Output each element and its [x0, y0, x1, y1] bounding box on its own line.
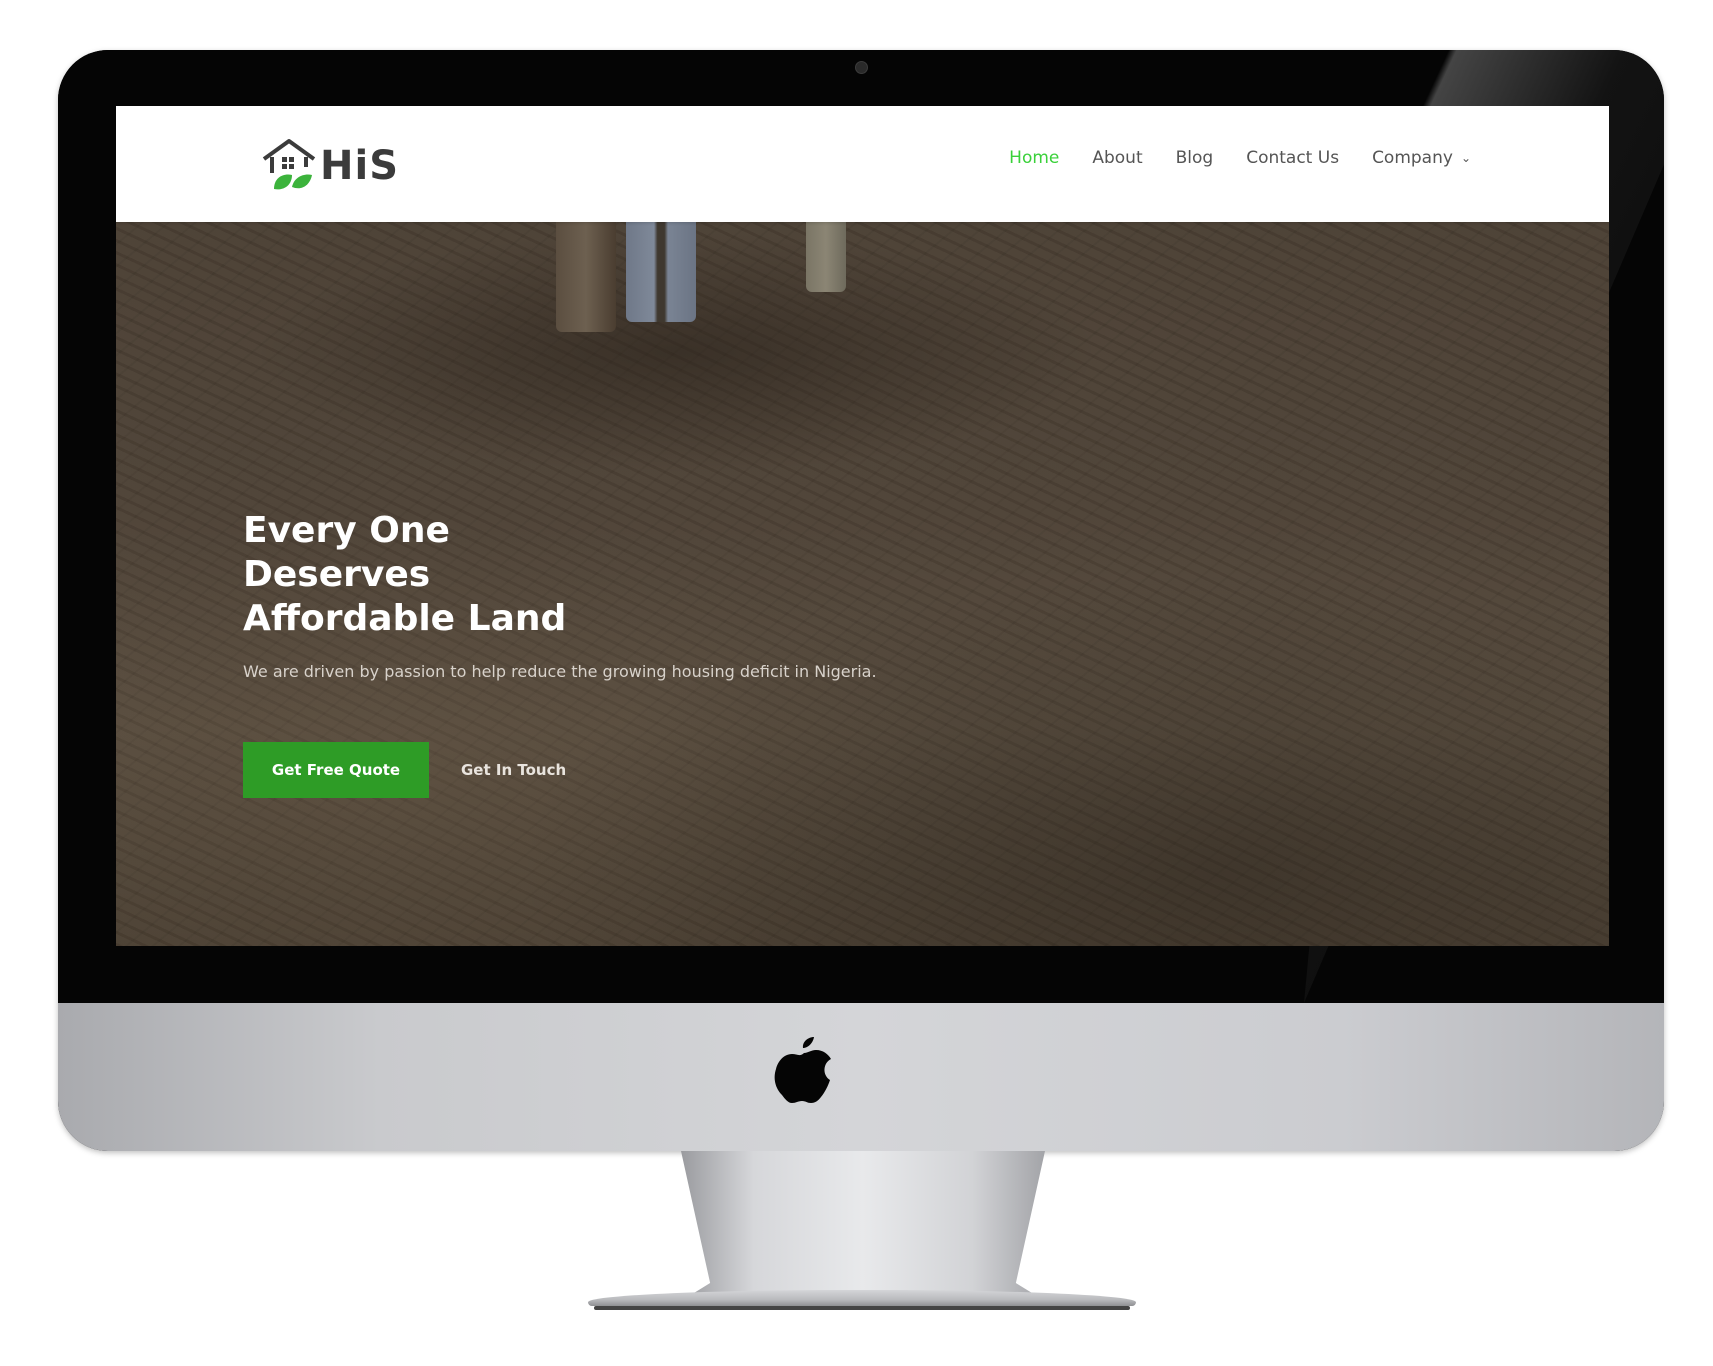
nav-home[interactable]: Home: [1009, 148, 1059, 168]
hero-title-line: Affordable Land: [243, 598, 567, 639]
nav-blog[interactable]: Blog: [1176, 148, 1214, 168]
nav-about[interactable]: About: [1092, 148, 1142, 168]
imac-stand-base: [588, 1290, 1136, 1306]
hero-section: Every One Deserves Affordable Land We ar…: [116, 222, 1609, 946]
site-header: HiS Home About Blog Contact Us Company ⌄: [116, 106, 1609, 222]
imac-stand: [681, 1151, 1045, 1301]
hero-title-line: Every One: [243, 510, 450, 551]
apple-logo-icon: [774, 1037, 831, 1103]
house-leaf-icon: [262, 139, 316, 190]
nav-company-label: Company: [1372, 148, 1453, 168]
hero-photo-tree-trunk: [556, 222, 616, 332]
get-in-touch-link[interactable]: Get In Touch: [461, 742, 566, 798]
website-screen: HiS Home About Blog Contact Us Company ⌄ …: [116, 106, 1609, 946]
imac-chin: [58, 1003, 1664, 1151]
nav-company[interactable]: Company ⌄: [1372, 148, 1471, 168]
camera-icon: [855, 61, 868, 74]
hero-photo-person-legs: [626, 222, 696, 322]
stand-shadow: [594, 1306, 1130, 1310]
hero-title: Every One Deserves Affordable Land: [243, 509, 663, 641]
site-logo[interactable]: HiS: [260, 136, 399, 196]
get-free-quote-button[interactable]: Get Free Quote: [243, 742, 429, 798]
chevron-down-icon: ⌄: [1460, 151, 1471, 165]
hero-title-line: Deserves: [243, 554, 431, 595]
hero-photo-person-legs-2: [806, 222, 846, 292]
nav-contact-us[interactable]: Contact Us: [1246, 148, 1339, 168]
main-nav: Home About Blog Contact Us Company ⌄: [1009, 148, 1471, 168]
logo-text: HiS: [320, 143, 399, 189]
hero-subtitle: We are driven by passion to help reduce …: [243, 662, 877, 681]
